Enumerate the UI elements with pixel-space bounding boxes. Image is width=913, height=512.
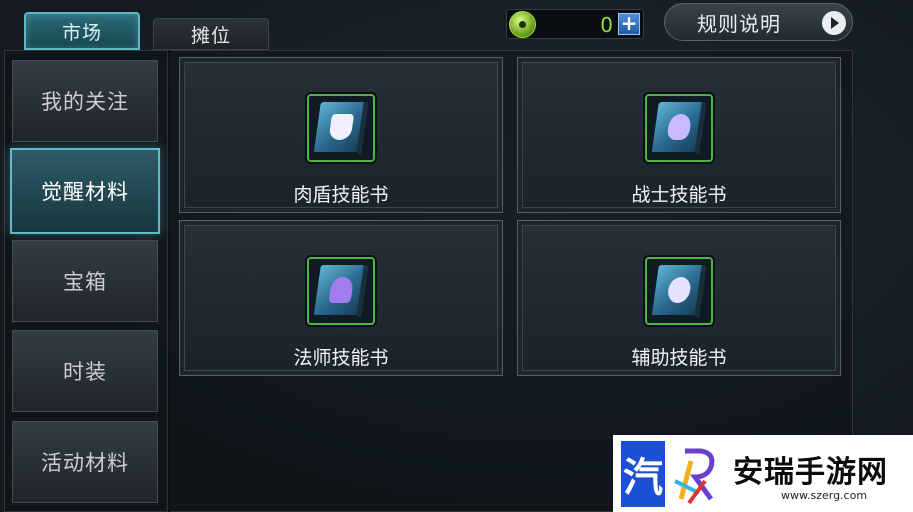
item-name: 战士技能书 — [631, 184, 727, 206]
currency-display: 0 + — [506, 9, 644, 39]
item-card-tank-skill-book[interactable]: 肉盾技能书 — [179, 57, 503, 213]
item-name: 法师技能书 — [293, 347, 389, 369]
rules-button-label: 规则说明 — [697, 11, 781, 36]
watermark-r-mark-icon — [674, 448, 715, 505]
item-card-mage-skill-book[interactable]: 法师技能书 — [179, 220, 503, 376]
watermark-title: 安瑞手游网 — [733, 455, 888, 490]
watermark-logo-icon: 汽 — [621, 441, 665, 507]
item-name: 肉盾技能书 — [293, 184, 389, 206]
support-skill-book-icon — [645, 257, 713, 325]
rules-button[interactable]: 规则说明 — [664, 3, 853, 41]
sidebar-item-event-materials[interactable]: 活动材料 — [12, 421, 158, 503]
watermark-url: www.szerg.com — [781, 489, 868, 502]
sidebar-item-awakening-materials[interactable]: 觉醒材料 — [10, 148, 160, 234]
item-name: 辅助技能书 — [631, 347, 727, 369]
tab-stall[interactable]: 摊位 — [153, 18, 269, 50]
mage-skill-book-icon — [307, 257, 375, 325]
sidebar-item-fashion[interactable]: 时装 — [12, 330, 158, 412]
tank-skill-book-icon — [307, 94, 375, 162]
tab-market[interactable]: 市场 — [24, 12, 140, 50]
panel-divider — [167, 50, 170, 512]
item-card-warrior-skill-book[interactable]: 战士技能书 — [517, 57, 841, 213]
site-watermark: 汽 安瑞手游网 www.szerg.com — [613, 435, 913, 512]
sidebar-item-my-follow[interactable]: 我的关注 — [12, 60, 158, 142]
jade-coin-icon — [509, 11, 536, 38]
currency-value: 0 — [600, 13, 613, 37]
add-currency-button[interactable]: + — [618, 13, 640, 35]
play-arrow-icon — [822, 11, 846, 35]
sidebar-item-treasure-chest[interactable]: 宝箱 — [12, 240, 158, 322]
item-card-support-skill-book[interactable]: 辅助技能书 — [517, 220, 841, 376]
warrior-skill-book-icon — [645, 94, 713, 162]
